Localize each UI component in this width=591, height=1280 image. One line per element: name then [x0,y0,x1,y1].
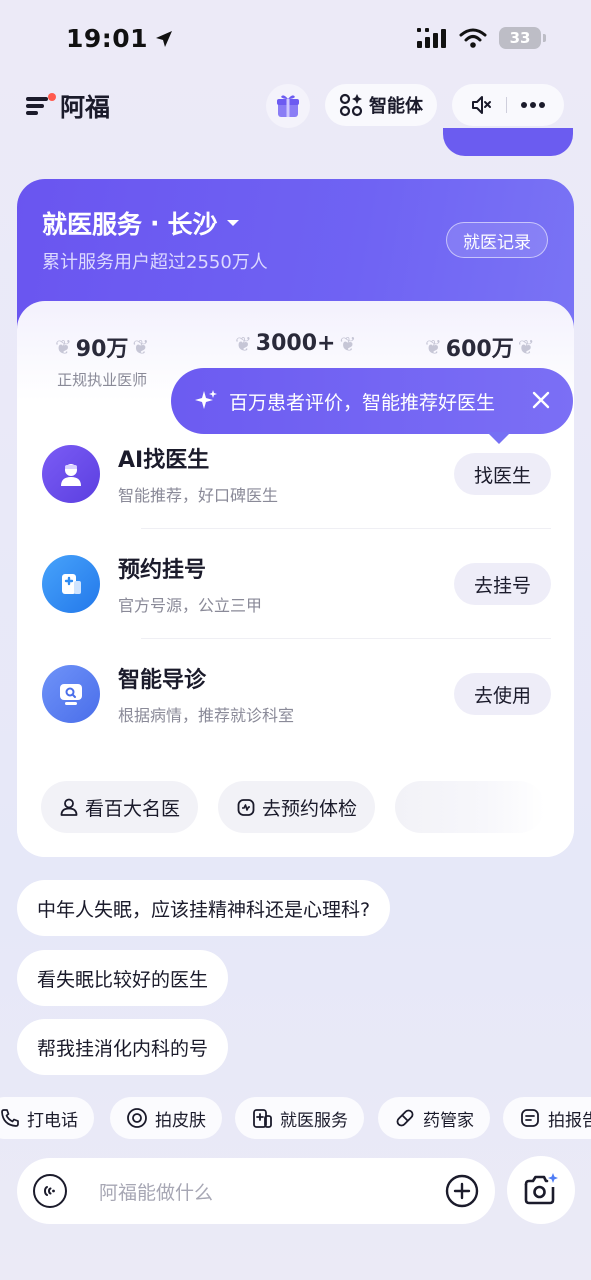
person-icon [60,798,78,816]
use-triage-button[interactable]: 去使用 [453,673,551,715]
row-subtitle: 根据病情，推荐就诊科室 [118,706,295,725]
service-title-text: 就医服务 [42,210,143,239]
recommend-tooltip: 百万患者评价，智能推荐好医生 [171,368,573,444]
tool-label: 就医服务 [280,1110,348,1131]
chip-label: 去预约体检 [262,797,358,820]
stat-value: 90万 [75,337,129,362]
cellular-signal-icon [417,28,446,48]
doctor-icon [42,445,100,503]
medical-icon [253,1109,272,1128]
service-title-separator: · [150,208,160,238]
camera-sparkle-icon [524,1173,558,1205]
tool-label: 打电话 [27,1110,78,1131]
stat-value: 3000+ [255,331,336,356]
gift-button[interactable] [266,84,310,128]
stat-value: 600万 [445,337,514,362]
chip-checkup[interactable]: 去预约体检 [218,781,376,833]
laurel-left-icon: ❦ [235,331,252,356]
sparkle-icon [195,390,217,409]
stat-hospitals: ❦ 3000+ ❦ [235,331,356,356]
caret-down-icon [226,220,239,226]
more-icon[interactable] [520,101,546,109]
app-header-logo[interactable]: 阿福 [26,88,110,124]
tool-label: 药管家 [423,1110,474,1131]
camera-icon [127,1108,147,1128]
stat-label: 正规执业医师 [57,371,148,389]
agent-grid-icon [339,93,363,117]
service-row-ai-doctor[interactable]: AI找医生 智能推荐，好口碑医生 找医生 [41,419,551,529]
register-button[interactable]: 去挂号 [453,563,551,605]
suggestion-chip[interactable]: 看失眠比较好的医生 [17,950,229,1006]
tool-skin-photo[interactable]: 拍皮肤 [110,1097,222,1139]
status-time: 19:01 [66,24,174,53]
tool-pill-manager[interactable]: 药管家 [378,1097,490,1139]
row-title: 预约挂号 [118,558,207,583]
laurel-right-icon: ❦ [517,335,535,359]
tool-label: 拍报告 [548,1110,591,1131]
tool-report-photo[interactable]: 拍报告 [503,1097,591,1139]
gift-icon [277,95,299,117]
mute-icon[interactable] [470,94,494,116]
wifi-icon [459,28,487,48]
chip-faded[interactable] [395,781,545,833]
service-subtitle: 累计服务用户超过2550万人 [42,252,268,273]
laurel-left-icon: ❦ [425,335,442,359]
phone-icon [1,1109,19,1127]
agent-label: 智能体 [369,96,423,117]
voice-input-icon[interactable] [33,1174,67,1208]
chat-input-bar[interactable]: 阿福能做什么 [17,1158,495,1224]
monitor-icon [42,665,100,723]
menu-icon[interactable] [26,93,56,117]
status-icons: 33 [417,27,546,49]
find-doctor-button[interactable]: 找医生 [453,453,551,495]
previous-card-edge [443,128,573,156]
chat-input-placeholder[interactable]: 阿福能做什么 [99,1178,445,1205]
service-city: 长沙 [167,210,218,239]
medical-record-button[interactable]: 就医记录 [446,222,548,258]
chip-label: 看百大名医 [85,797,181,820]
service-row-triage[interactable]: 智能导诊 根据病情，推荐就诊科室 去使用 [41,639,551,749]
laurel-right-icon: ❦ [339,331,357,356]
suggestion-chip[interactable]: 中年人失眠，应该挂精神科还是心理科? [17,880,391,936]
row-title: AI找医生 [118,448,210,473]
close-icon[interactable] [529,388,553,412]
battery-level: 33 [509,29,531,47]
header-pill-controls [452,84,564,126]
app-title: 阿福 [60,93,111,122]
service-title[interactable]: 就医服务 · 长沙 [42,205,240,241]
laurel-right-icon: ❦ [132,335,150,359]
tool-label: 拍皮肤 [155,1110,206,1131]
status-time-text: 19:01 [66,24,149,53]
checkup-icon [237,799,255,816]
row-subtitle: 智能推荐，好口碑医生 [118,486,279,505]
agent-button[interactable]: 智能体 [325,84,437,126]
laurel-left-icon: ❦ [55,335,72,359]
medical-service-card: 就医服务 · 长沙 累计服务用户超过2550万人 就医记录 ❦ 90万 ❦ 正规执业… [17,179,574,857]
tool-phone[interactable]: 打电话 [0,1097,94,1139]
row-title: 智能导诊 [118,668,207,693]
pill-icon [396,1109,414,1127]
suggestion-chip[interactable]: 帮我挂消化内科的号 [17,1019,229,1075]
stat-reviews: ❦ 600万 ❦ [425,331,534,363]
camera-button[interactable] [507,1156,575,1224]
plus-icon[interactable] [445,1174,479,1208]
pill-divider [506,97,508,113]
tooltip-text: 百万患者评价，智能推荐好医生 [229,391,496,414]
report-icon [521,1109,539,1127]
tool-medical-service[interactable]: 就医服务 [235,1097,364,1139]
location-arrow-icon [156,30,173,47]
hospital-icon [42,555,100,613]
chip-famous-doctors[interactable]: 看百大名医 [41,781,199,833]
battery-icon: 33 [499,27,546,49]
stat-doctors: ❦ 90万 ❦ 正规执业医师 [55,331,149,390]
row-subtitle: 官方号源，公立三甲 [118,596,263,615]
service-row-appointment[interactable]: 预约挂号 官方号源，公立三甲 去挂号 [41,529,551,639]
